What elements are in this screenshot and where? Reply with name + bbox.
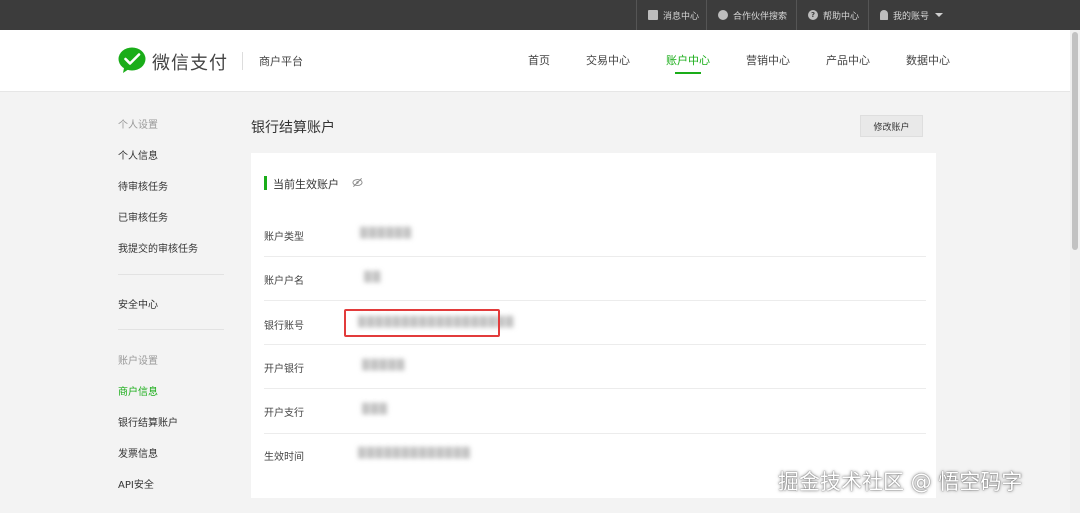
nav-account-center[interactable]: 账户中心: [666, 52, 710, 68]
brand-divider: [242, 52, 243, 70]
sidebar-item-pending-review[interactable]: 待审核任务: [118, 178, 168, 193]
search-partner-icon: [718, 10, 728, 20]
topbar-divider: [796, 0, 797, 30]
nav-marketing[interactable]: 营销中心: [746, 52, 790, 68]
chevron-down-icon: [935, 13, 944, 17]
sidebar-item-personal-info[interactable]: 个人信息: [118, 147, 158, 162]
topbar-divider: [636, 0, 637, 30]
nav-transactions[interactable]: 交易中心: [586, 52, 630, 68]
account-menu[interactable]: 我的账号: [880, 0, 944, 30]
merchant-platform-label: 商户平台: [259, 55, 303, 68]
row-value-branch: ▒▒▒: [362, 404, 389, 415]
mail-icon: [648, 10, 658, 20]
highlight-box: [344, 309, 500, 337]
row-label-effective-time: 生效时间: [264, 452, 304, 463]
messages-label: 消息中心: [663, 11, 700, 22]
sidebar-item-api-security[interactable]: API安全: [118, 476, 154, 491]
sidebar-item-invoice[interactable]: 发票信息: [118, 445, 158, 460]
top-bar: 消息中心 合作伙伴搜索 ? 帮助中心 我的账号: [0, 0, 1080, 30]
row-label-branch: 开户支行: [264, 408, 304, 419]
edit-account-button[interactable]: 修改账户: [860, 115, 923, 137]
row-divider: [264, 300, 926, 301]
sidebar-item-reviewed[interactable]: 已审核任务: [118, 209, 168, 224]
partner-search-link[interactable]: 合作伙伴搜索: [718, 0, 787, 30]
card-title-accent: [264, 176, 267, 190]
active-nav-underline: [675, 72, 701, 74]
row-label-bank: 开户银行: [264, 364, 304, 375]
row-value-effective-time: ▒▒▒▒▒▒▒▒▒▒▒▒▒: [358, 448, 471, 459]
row-label-bank-account-number: 银行账号: [264, 321, 304, 332]
help-label: 帮助中心: [823, 11, 860, 22]
row-value-bank: ▒▒▒▒▒: [362, 360, 406, 371]
help-icon: ?: [808, 10, 818, 20]
row-divider: [264, 256, 926, 257]
sidebar-item-merchant-info[interactable]: 商户信息: [118, 383, 158, 398]
sidebar-group-personal: 个人设置: [118, 120, 158, 131]
messages-link[interactable]: 消息中心: [648, 0, 699, 30]
nav-home[interactable]: 首页: [528, 52, 550, 68]
help-link[interactable]: ? 帮助中心: [808, 0, 859, 30]
row-label-account-type: 账户类型: [264, 232, 304, 243]
sidebar-group-account: 账户设置: [118, 356, 158, 367]
brand-name[interactable]: 微信支付: [152, 49, 228, 75]
row-value-account-name: ▒▒: [364, 272, 382, 283]
card-title: 当前生效账户: [273, 178, 339, 191]
row-divider: [264, 388, 926, 389]
eye-hidden-icon[interactable]: [352, 177, 363, 188]
topbar-divider: [706, 0, 707, 30]
page-title: 银行结算账户: [251, 120, 335, 136]
sidebar-item-security[interactable]: 安全中心: [118, 296, 158, 311]
sidebar-item-my-submitted[interactable]: 我提交的审核任务: [118, 240, 198, 255]
row-divider: [264, 344, 926, 345]
row-value-account-type: ▒▒▒▒▒▒: [360, 228, 413, 239]
partner-search-label: 合作伙伴搜索: [733, 11, 788, 22]
scrollbar-thumb[interactable]: [1072, 32, 1078, 250]
user-icon: [880, 10, 888, 20]
sidebar-item-bank-account[interactable]: 银行结算账户: [118, 414, 178, 429]
row-divider: [264, 433, 926, 434]
nav-products[interactable]: 产品中心: [826, 52, 870, 68]
nav-data[interactable]: 数据中心: [906, 52, 950, 68]
sidebar-divider: [118, 274, 224, 275]
wechat-pay-logo-icon[interactable]: [118, 47, 146, 73]
row-label-account-name: 账户户名: [264, 276, 304, 287]
topbar-divider: [868, 0, 869, 30]
sidebar-divider: [118, 329, 224, 330]
main-header: 微信支付 商户平台 首页 交易中心 账户中心 营销中心 产品中心 数据中心: [0, 30, 1080, 92]
account-label: 我的账号: [893, 11, 930, 22]
watermark: 掘金技术社区 @ 悟空码字: [778, 470, 1023, 494]
